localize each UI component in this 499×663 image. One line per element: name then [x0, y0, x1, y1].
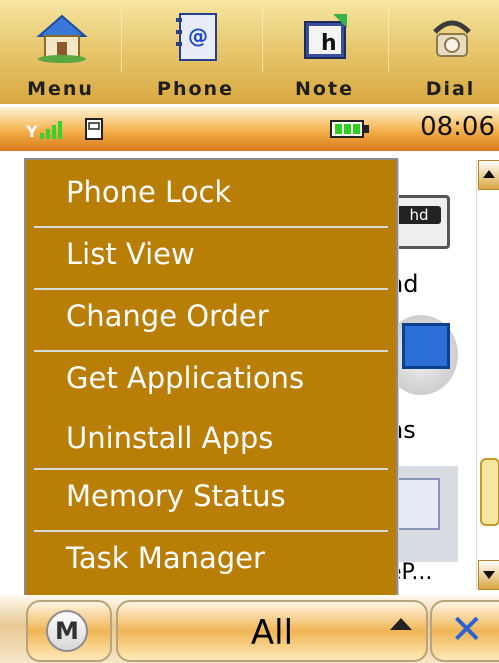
svg-text:Y: Y [26, 122, 38, 141]
menu-item-label: Get Applications [66, 361, 305, 395]
arrow-down-icon [483, 571, 495, 579]
sim-card-icon [85, 118, 103, 140]
status-bar: Y 08:06 [0, 107, 499, 151]
app-icon-hd-tag: hd [397, 206, 441, 224]
scroll-up-button[interactable] [478, 160, 499, 190]
note-icon: h [304, 14, 347, 59]
menu-item-label: Phone Lock [66, 175, 232, 209]
shortcut-note-label: Note [295, 78, 354, 100]
shortcut-phone[interactable]: @ Phone [135, 0, 256, 104]
shortcut-menu[interactable]: Menu [0, 0, 121, 104]
menu-item-get-applications[interactable]: Get Applications [34, 352, 388, 412]
divider [388, 8, 389, 72]
clock: 08:06 [420, 112, 495, 142]
shortcut-dial[interactable]: Dial [390, 0, 499, 104]
arrow-up-icon [390, 618, 412, 630]
menu-item-label: List View [66, 237, 195, 271]
battery-icon [330, 120, 369, 138]
shortcut-phone-label: Phone [157, 78, 234, 100]
menu-item-label: Uninstall Apps [66, 421, 274, 455]
category-label: All [250, 613, 294, 653]
menu-item-phone-lock[interactable]: Phone Lock [34, 166, 388, 226]
svg-text:@: @ [188, 24, 208, 48]
menu-item-task-manager[interactable]: Task Manager [34, 532, 388, 590]
address-book-icon: @ [176, 13, 217, 61]
menu-item-uninstall-apps[interactable]: Uninstall Apps [34, 412, 388, 468]
shortcut-note[interactable]: h Note [264, 0, 385, 104]
close-x-icon: ✕ [450, 607, 484, 653]
telephone-icon [433, 20, 471, 57]
shortcut-menu-label: Menu [27, 78, 94, 100]
motorola-softkey[interactable]: M [26, 600, 112, 662]
menu-item-label: Change Order [66, 299, 269, 333]
softkey-bar: M All ✕ [0, 595, 499, 663]
scroll-down-button[interactable] [478, 560, 499, 590]
divider [121, 8, 122, 72]
menu-item-memory-status[interactable]: Memory Status [34, 470, 388, 530]
menu-item-label: Memory Status [66, 479, 286, 513]
motorola-logo-icon: M [46, 610, 88, 652]
scroll-thumb[interactable] [480, 458, 499, 526]
signal-strength-icon: Y [26, 121, 62, 141]
shortcut-bar: Menu @ Phone h Note Dial [0, 0, 499, 104]
arrow-up-icon [483, 170, 495, 178]
scrollbar[interactable] [476, 160, 499, 590]
svg-text:h: h [321, 31, 337, 56]
category-selector[interactable]: All [116, 600, 428, 662]
menu-item-label: Task Manager [66, 541, 265, 575]
menu-item-list-view[interactable]: List View [34, 228, 388, 288]
close-softkey[interactable]: ✕ [430, 600, 499, 662]
menu-item-change-order[interactable]: Change Order [34, 290, 388, 350]
shortcut-dial-label: Dial [425, 78, 476, 100]
divider [262, 8, 263, 72]
home-icon [36, 14, 88, 63]
options-menu: Phone Lock List View Change Order Get Ap… [24, 158, 398, 598]
